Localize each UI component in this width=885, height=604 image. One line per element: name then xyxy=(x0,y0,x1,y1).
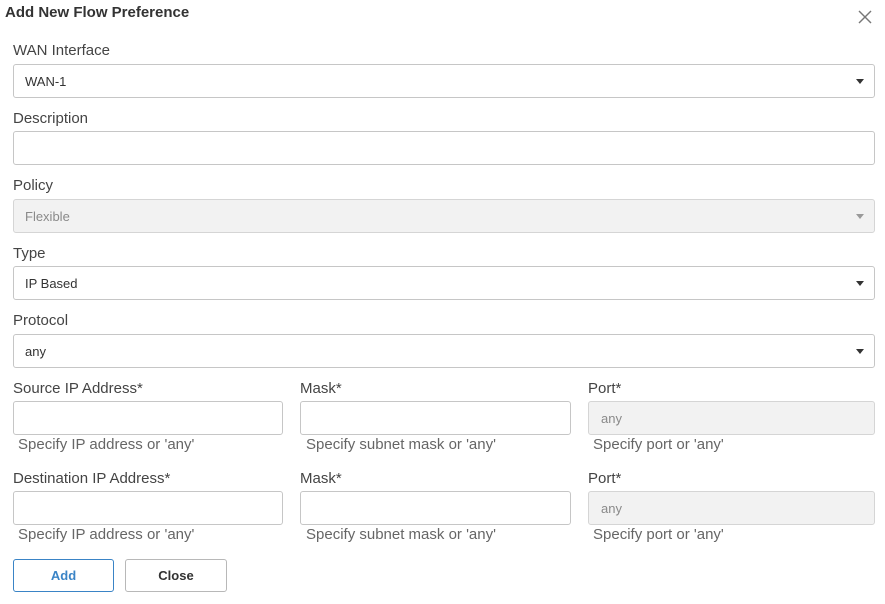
destination-ip-label: Destination IP Address* xyxy=(13,470,171,487)
wan-interface-label: WAN Interface xyxy=(13,42,110,59)
destination-port-input xyxy=(588,491,875,525)
chevron-down-icon xyxy=(856,349,864,354)
source-ip-input[interactable] xyxy=(13,401,283,435)
destination-port-label: Port* xyxy=(588,470,622,487)
dialog-title: Add New Flow Preference xyxy=(5,4,190,21)
type-value: IP Based xyxy=(25,276,78,291)
close-icon[interactable] xyxy=(857,9,873,25)
type-select[interactable]: IP Based xyxy=(13,266,875,300)
policy-label: Policy xyxy=(13,177,54,194)
destination-ip-input[interactable] xyxy=(13,491,283,525)
destination-mask-label: Mask* xyxy=(300,470,342,487)
source-ip-hint: Specify IP address or 'any' xyxy=(18,436,195,453)
description-label: Description xyxy=(13,110,89,127)
chevron-down-icon xyxy=(856,214,864,219)
chevron-down-icon xyxy=(856,79,864,84)
source-port-hint: Specify port or 'any' xyxy=(593,436,724,453)
policy-value: Flexible xyxy=(25,209,70,224)
close-button[interactable]: Close xyxy=(125,559,227,592)
source-mask-label: Mask* xyxy=(300,380,342,397)
wan-interface-value: WAN-1 xyxy=(25,74,67,89)
destination-port-hint: Specify port or 'any' xyxy=(593,526,724,543)
wan-interface-select[interactable]: WAN-1 xyxy=(13,64,875,98)
source-port-input xyxy=(588,401,875,435)
chevron-down-icon xyxy=(856,281,864,286)
destination-mask-input[interactable] xyxy=(300,491,571,525)
source-ip-label: Source IP Address* xyxy=(13,380,143,397)
add-button[interactable]: Add xyxy=(13,559,114,592)
protocol-value: any xyxy=(25,344,46,359)
destination-mask-hint: Specify subnet mask or 'any' xyxy=(306,526,496,543)
source-mask-input[interactable] xyxy=(300,401,571,435)
source-mask-hint: Specify subnet mask or 'any' xyxy=(306,436,496,453)
protocol-label: Protocol xyxy=(13,312,69,329)
type-label: Type xyxy=(13,245,46,262)
policy-select: Flexible xyxy=(13,199,875,233)
protocol-select[interactable]: any xyxy=(13,334,875,368)
add-flow-preference-dialog: Add New Flow Preference WAN Interface WA… xyxy=(0,0,885,604)
description-input[interactable] xyxy=(13,131,875,165)
source-port-label: Port* xyxy=(588,380,622,397)
destination-ip-hint: Specify IP address or 'any' xyxy=(18,526,195,543)
